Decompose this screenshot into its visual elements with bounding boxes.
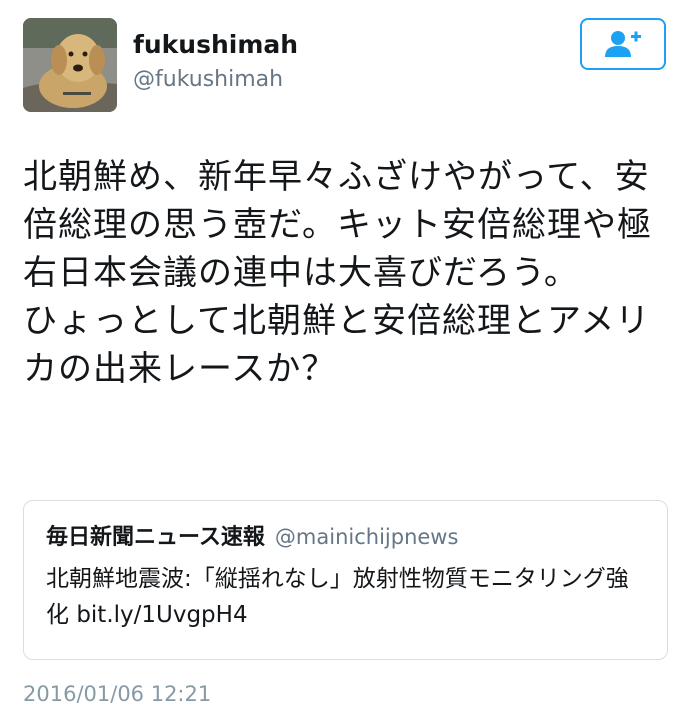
quoted-tweet-link[interactable]: bit.ly/1UvgpH4: [76, 602, 247, 628]
author-display-name[interactable]: fukushimah: [133, 30, 298, 60]
tweet-text: 北朝鮮め、新年早々ふざけやがって、安倍総理の思う壺だ。キット安倍総理や極右日本会…: [23, 153, 663, 393]
tweet-paragraph: 北朝鮮め、新年早々ふざけやがって、安倍総理の思う壺だ。キット安倍総理や極右日本会…: [23, 157, 652, 293]
tweet-timestamp[interactable]: 2016/01/06 12:21: [23, 682, 211, 706]
add-user-icon: [605, 31, 641, 57]
dog-avatar-icon: [23, 18, 117, 112]
quoted-tweet-card[interactable]: 毎日新聞ニュース速報 @mainichijpnews 北朝鮮地震波:「縦揺れなし」…: [23, 500, 668, 660]
follow-button[interactable]: [580, 18, 666, 70]
quoted-author-name: 毎日新聞ニュース速報: [46, 525, 265, 550]
quoted-author-handle: @mainichijpnews: [274, 525, 459, 549]
avatar[interactable]: [23, 18, 117, 112]
tweet-paragraph: ひょっとして北朝鮮と安倍総理とアメリカの出来レースか？: [23, 301, 651, 389]
quoted-tweet-text: 北朝鮮地震波:「縦揺れなし」放射性物質モニタリング強化 bit.ly/1Uvgp…: [46, 561, 646, 633]
author-handle[interactable]: @fukushimah: [133, 66, 283, 94]
quoted-tweet-header: 毎日新聞ニュース速報 @mainichijpnews: [46, 519, 458, 551]
